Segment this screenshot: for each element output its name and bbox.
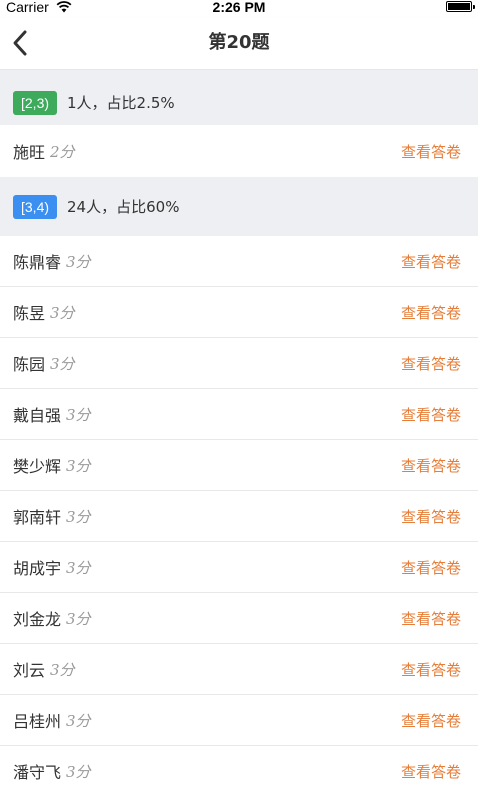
view-answer-link[interactable]: 查看答卷 xyxy=(401,251,461,272)
student-score: 3分 xyxy=(66,456,91,475)
student-row: 施旺 2分 查看答卷 xyxy=(0,125,478,177)
student-row: 戴自强 3分 查看答卷 xyxy=(0,389,478,440)
student-name: 刘金龙 xyxy=(13,610,62,629)
student-name: 陈园 xyxy=(13,355,46,374)
score-distribution-list: [2,3) 1人，占比2.5% 施旺 2分 查看答卷 [3,4) 24人，占比6… xyxy=(0,70,478,790)
student-row: 陈园 3分 查看答卷 xyxy=(0,338,478,389)
group-2-rows: 陈鼎睿 3分 查看答卷 陈昱 3分 查看答卷 陈园 3分 查看答卷 戴自强 3分 查看答卷 樊少辉 3分查… xyxy=(0,236,478,790)
student-score: 3分 xyxy=(50,660,75,679)
navigation-bar: 第20题 xyxy=(0,18,478,70)
status-bar: Carrier 2:26 PM xyxy=(0,0,478,18)
view-answer-link[interactable]: 查看答卷 xyxy=(401,608,461,629)
student-score: 2分 xyxy=(50,142,75,161)
student-name: 戴自强 xyxy=(13,406,62,425)
student-name: 郭南轩 xyxy=(13,508,62,527)
student-name: 施旺 xyxy=(13,143,46,162)
student-name: 吕桂州 xyxy=(13,712,62,731)
student-score: 3分 xyxy=(66,405,91,424)
student-row: 陈鼎睿 3分 查看答卷 xyxy=(0,236,478,287)
student-name: 樊少辉 xyxy=(13,457,62,476)
battery-icon xyxy=(446,1,475,12)
group-header-2: [3,4) 24人，占比60% xyxy=(0,177,478,236)
view-answer-link[interactable]: 查看答卷 xyxy=(401,353,461,374)
range-tag: [2,3) xyxy=(13,90,58,115)
group-summary: 1人，占比2.5% xyxy=(67,94,175,112)
student-row: 刘金龙 3分 查看答卷 xyxy=(0,593,478,644)
view-answer-link[interactable]: 查看答卷 xyxy=(401,404,461,425)
view-answer-link[interactable]: 查看答卷 xyxy=(401,506,461,527)
student-row: 潘守飞 3分 查看答卷 xyxy=(0,746,478,790)
student-name: 陈鼎睿 xyxy=(13,253,62,272)
view-answer-link[interactable]: 查看答卷 xyxy=(401,302,461,323)
student-score: 3分 xyxy=(66,558,91,577)
view-answer-link[interactable]: 查看答卷 xyxy=(401,455,461,476)
student-row: 胡成宇 3分 查看答卷 xyxy=(0,542,478,593)
student-name: 刘云 xyxy=(13,661,46,680)
view-answer-link[interactable]: 查看答卷 xyxy=(401,659,461,680)
student-name: 潘守飞 xyxy=(13,763,62,782)
view-answer-link[interactable]: 查看答卷 xyxy=(401,710,461,731)
page-title: 第20题 xyxy=(208,32,270,53)
student-row: 樊少辉 3分 查看答卷 xyxy=(0,440,478,491)
student-row: 刘云 3分 查看答卷 xyxy=(0,644,478,695)
view-answer-link[interactable]: 查看答卷 xyxy=(401,761,461,782)
student-score: 3分 xyxy=(66,507,91,526)
student-score: 3分 xyxy=(66,252,91,271)
student-score: 3分 xyxy=(66,762,91,781)
student-score: 3分 xyxy=(66,711,91,730)
range-tag: [3,4) xyxy=(13,194,58,219)
student-name: 胡成宇 xyxy=(13,559,62,578)
student-score: 3分 xyxy=(66,609,91,628)
student-row: 吕桂州 3分 查看答卷 xyxy=(0,695,478,746)
clock: 2:26 PM xyxy=(212,0,266,15)
student-score: 3分 xyxy=(50,354,75,373)
student-name: 陈昱 xyxy=(13,304,46,323)
student-row: 郭南轩 3分 查看答卷 xyxy=(0,491,478,542)
view-answer-link[interactable]: 查看答卷 xyxy=(401,141,461,162)
view-answer-link[interactable]: 查看答卷 xyxy=(401,557,461,578)
student-score: 3分 xyxy=(50,303,75,322)
group-header-1: [2,3) 1人，占比2.5% xyxy=(0,70,478,125)
group-summary: 24人，占比60% xyxy=(67,198,180,216)
student-row: 陈昱 3分 查看答卷 xyxy=(0,287,478,338)
